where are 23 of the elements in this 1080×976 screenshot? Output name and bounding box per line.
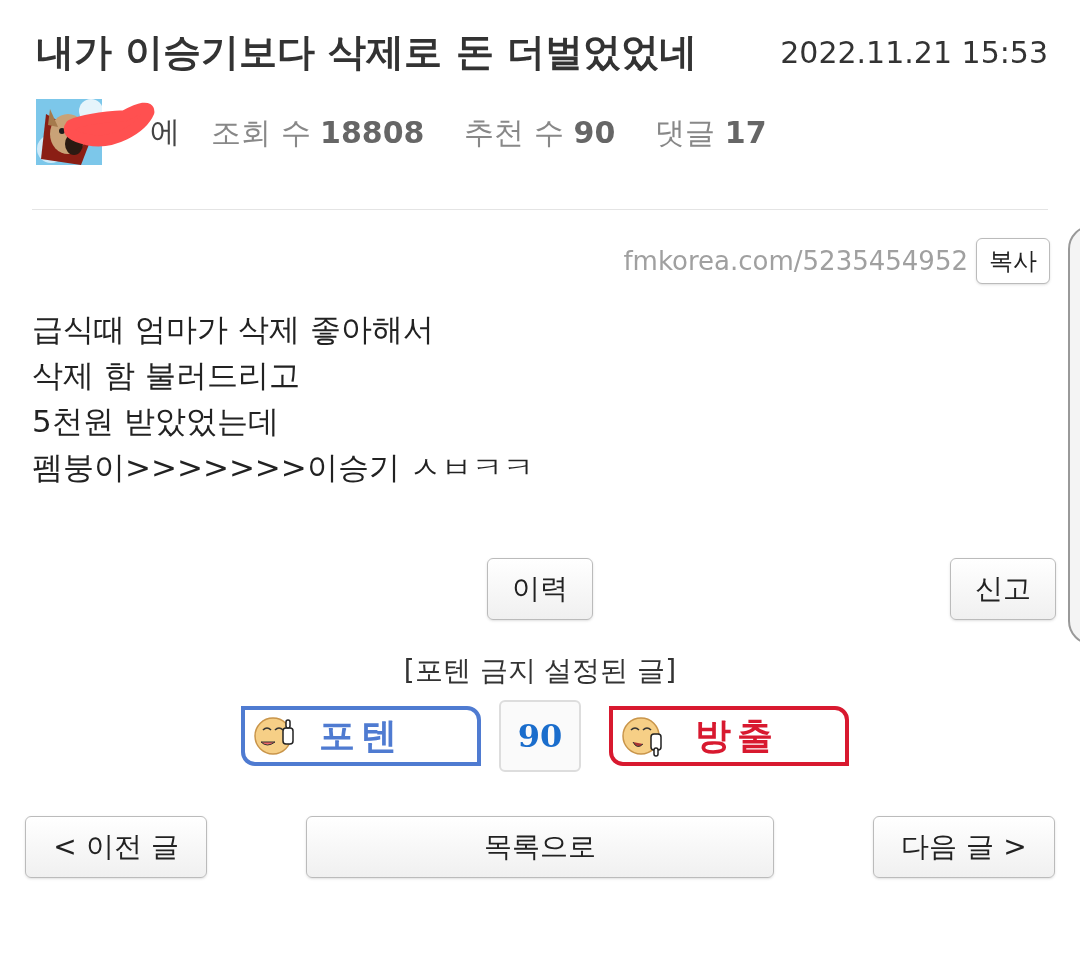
post-stat: 조회 수 18808 — [211, 113, 425, 152]
vote-count: 90 — [499, 700, 581, 772]
thumbs-down-face-icon — [621, 714, 665, 758]
next-post-button[interactable]: 다음 글 > — [873, 816, 1055, 878]
downvote-button[interactable]: 방출 — [609, 706, 849, 766]
post-url: fmkorea.com/5235454952 — [623, 244, 968, 278]
report-button[interactable]: 신고 — [950, 558, 1056, 620]
history-button[interactable]: 이력 — [487, 558, 593, 620]
post-body-line: 펨붕이>>>>>>>이승기 ㅅㅂㅋㅋ — [32, 448, 535, 487]
vote-notice: [포텐 금지 설정된 글] — [403, 653, 677, 689]
upvote-button[interactable]: 포텐 — [241, 706, 481, 766]
post-body-line: 급식때 엄마가 삭제 좋아해서 — [32, 310, 435, 349]
post-body-line: 삭제 함 불러드리고 — [32, 356, 301, 395]
author-name[interactable]: 에 — [150, 115, 180, 149]
post-title: 내가 이승기보다 삭제로 돈 더벌었었네 — [36, 29, 697, 76]
post-body-line: 5천원 받았었는데 — [32, 402, 280, 441]
post-date: 2022.11.21 15:53 — [780, 34, 1048, 72]
previous-post-button[interactable]: < 이전 글 — [25, 816, 207, 878]
post-stat: 댓글 17 — [655, 113, 767, 152]
list-button[interactable]: 목록으로 — [306, 816, 774, 878]
copy-button[interactable]: 복사 — [976, 238, 1050, 284]
thumbs-up-face-icon — [253, 714, 297, 758]
post-stat: 추천 수 90 — [464, 113, 616, 152]
